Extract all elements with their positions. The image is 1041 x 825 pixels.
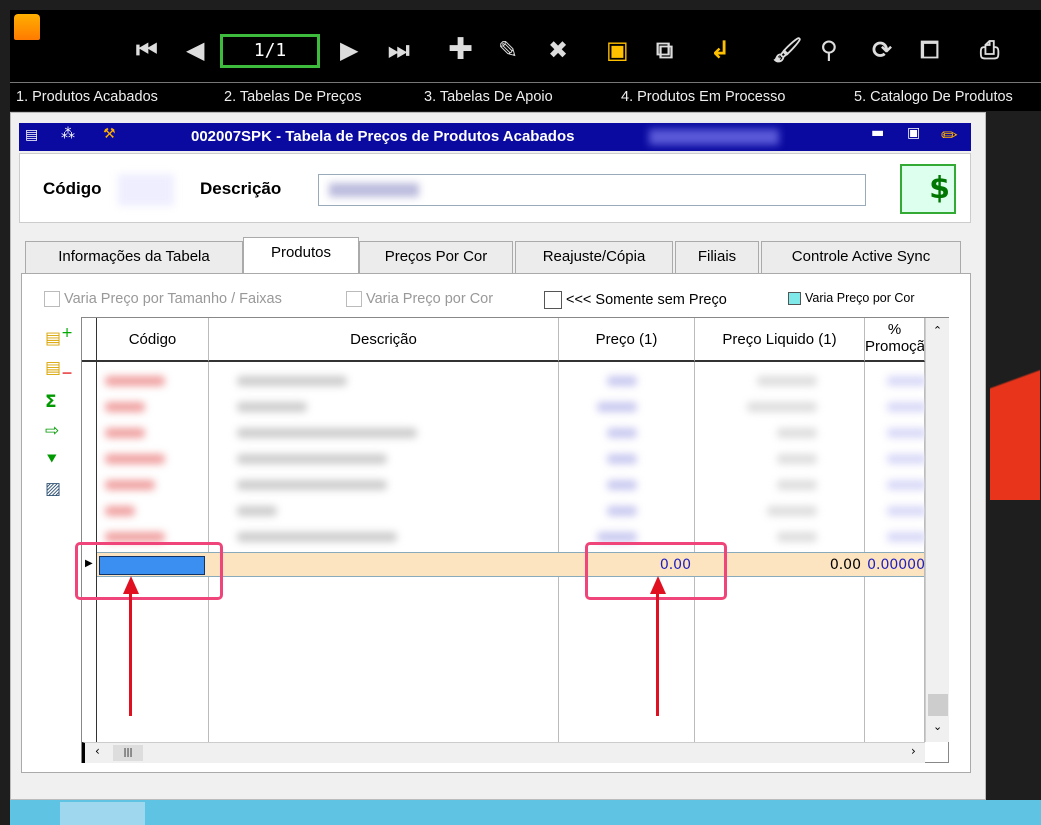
- app-logo-icon: [14, 14, 40, 40]
- annotation-arrow-codigo: [129, 592, 132, 716]
- column-header-descricao[interactable]: Descrição: [209, 318, 559, 362]
- column-header-preco[interactable]: Preço (1): [559, 318, 695, 362]
- scroll-thumb[interactable]: [928, 694, 948, 716]
- last-record-icon[interactable]: ⏭: [388, 36, 410, 64]
- arrowhead-icon: [123, 576, 139, 594]
- h-scroll-thumb[interactable]: |||: [113, 745, 143, 761]
- scroll-up-icon[interactable]: ⌃: [926, 324, 949, 337]
- add-icon[interactable]: ✚: [448, 35, 473, 65]
- varia-tamanho-checkbox[interactable]: Varia Preço por Tamanho / Faixas: [44, 291, 282, 307]
- menu-icon[interactable]: ▤: [25, 127, 38, 143]
- column-header-codigo[interactable]: Código: [97, 318, 209, 362]
- taskbar: [10, 800, 1041, 825]
- grid-side-toolbar: ▤+ ▤− Σ ⇨ ⯆ ▨: [45, 319, 73, 504]
- add-row-icon[interactable]: ▤+: [45, 319, 73, 354]
- record-pager: 1/1: [220, 34, 320, 68]
- menu-bar: 1. Produtos Acabados 2. Tabelas De Preço…: [10, 82, 1041, 111]
- header-corner: [82, 318, 97, 362]
- menu-produtos-processo[interactable]: 4. Produtos Em Processo: [621, 89, 785, 105]
- redacted-text: [649, 129, 779, 145]
- redacted-rows: [82, 362, 927, 550]
- export-icon[interactable]: ⇨: [45, 417, 73, 446]
- wrench-icon[interactable]: ⚒: [103, 126, 116, 142]
- copy-icon[interactable]: ⧉: [656, 36, 673, 64]
- scroll-right-icon[interactable]: ›: [911, 744, 916, 758]
- refresh-icon[interactable]: ⟳: [872, 36, 892, 64]
- price-table-window: ▤ ⁂ ⚒ 002007SPK - Tabela de Preços de Pr…: [10, 112, 986, 800]
- window-title-bar: ▤ ⁂ ⚒ 002007SPK - Tabela de Preços de Pr…: [19, 123, 971, 151]
- redacted-table-row[interactable]: [97, 472, 927, 497]
- previous-record-icon[interactable]: ◀: [186, 36, 204, 64]
- tab-reajuste-copia[interactable]: Reajuste/Cópia: [515, 241, 673, 273]
- tab-controle-active-sync[interactable]: Controle Active Sync: [761, 241, 961, 273]
- pencil-icon[interactable]: ✏: [941, 123, 958, 147]
- descricao-field[interactable]: [318, 174, 866, 206]
- tab-informacoes[interactable]: Informações da Tabela: [25, 241, 243, 273]
- menu-catalogo-produtos[interactable]: 5. Catalogo De Produtos: [854, 89, 1013, 105]
- sum-icon[interactable]: Σ: [45, 388, 73, 417]
- search-icon[interactable]: ⚲: [820, 36, 838, 64]
- annotation-highlight-codigo: [75, 542, 223, 600]
- menu-tabelas-precos[interactable]: 2. Tabelas De Preços: [224, 89, 362, 105]
- remove-row-icon[interactable]: ▤−: [45, 354, 73, 388]
- products-grid: Código Descrição Preço (1) Preço Liquido…: [81, 317, 949, 763]
- delete-icon[interactable]: ✖: [548, 36, 568, 64]
- window-title: 002007SPK - Tabela de Preços de Produtos…: [191, 128, 575, 145]
- confirm-icon[interactable]: ↲: [710, 36, 730, 64]
- legend-varia-cor: Varia Preço por Cor: [788, 291, 915, 305]
- preview-icon[interactable]: ⧠: [920, 36, 939, 64]
- redacted-table-row[interactable]: [97, 394, 927, 419]
- background-decoration: [990, 300, 1040, 500]
- header-panel: Código Descrição $: [19, 153, 971, 223]
- vertical-scrollbar[interactable]: ⌃ ⌄: [925, 318, 949, 742]
- download-icon[interactable]: ⯆: [45, 446, 73, 475]
- tab-precos-por-cor[interactable]: Preços Por Cor: [359, 241, 513, 273]
- price-sheet-icon[interactable]: $: [900, 164, 956, 214]
- next-record-icon[interactable]: ▶: [340, 36, 358, 64]
- main-toolbar: ⏮ ◀ 1/1 ▶ ⏭ ✚ ✎ ✖ ▣ ⧉ ↲ 🖌 ⚲ ⟳ ⧠ ⎙: [10, 10, 1041, 82]
- image-icon[interactable]: ▨: [45, 475, 73, 504]
- tab-produtos[interactable]: Produtos: [243, 237, 359, 275]
- first-record-icon[interactable]: ⏮: [136, 36, 158, 64]
- scroll-down-icon[interactable]: ⌄: [933, 720, 942, 733]
- arrowhead-icon: [650, 576, 666, 594]
- tab-filiais[interactable]: Filiais: [675, 241, 759, 273]
- taskbar-item[interactable]: [60, 802, 145, 825]
- redacted-table-row[interactable]: [97, 368, 927, 393]
- promocao-cell[interactable]: 0.00000: [865, 553, 925, 577]
- menu-tabelas-apoio[interactable]: 3. Tabelas De Apoio: [424, 89, 553, 105]
- codigo-label: Código: [43, 179, 102, 198]
- print-icon[interactable]: ⎙: [980, 36, 999, 64]
- annotation-arrow-preco: [656, 592, 659, 716]
- clear-icon[interactable]: 🖌: [772, 36, 802, 64]
- maximize-icon[interactable]: ▣: [907, 125, 920, 141]
- edit-icon[interactable]: ✎: [498, 36, 518, 64]
- somente-sem-preco-checkbox[interactable]: <<< Somente sem Preço: [544, 291, 727, 309]
- traffic-light-icon[interactable]: ⁂: [61, 126, 75, 142]
- descricao-label: Descrição: [200, 179, 282, 198]
- varia-cor-checkbox[interactable]: Varia Preço por Cor: [346, 291, 493, 307]
- column-header-promocao[interactable]: % Promoção: [865, 318, 925, 362]
- redacted-table-row[interactable]: [97, 498, 927, 523]
- column-header-preco-liquido[interactable]: Preço Liquido (1): [695, 318, 865, 362]
- scroll-left-icon[interactable]: ‹: [95, 744, 100, 758]
- menu-produtos-acabados[interactable]: 1. Produtos Acabados: [16, 89, 158, 105]
- save-icon[interactable]: ▣: [606, 36, 629, 64]
- minimize-icon[interactable]: ▬: [871, 125, 884, 141]
- horizontal-scrollbar[interactable]: ‹ ||| ›: [82, 742, 925, 763]
- redacted-table-row[interactable]: [97, 420, 927, 445]
- redacted-table-row[interactable]: [97, 446, 927, 471]
- codigo-field[interactable]: [118, 174, 174, 206]
